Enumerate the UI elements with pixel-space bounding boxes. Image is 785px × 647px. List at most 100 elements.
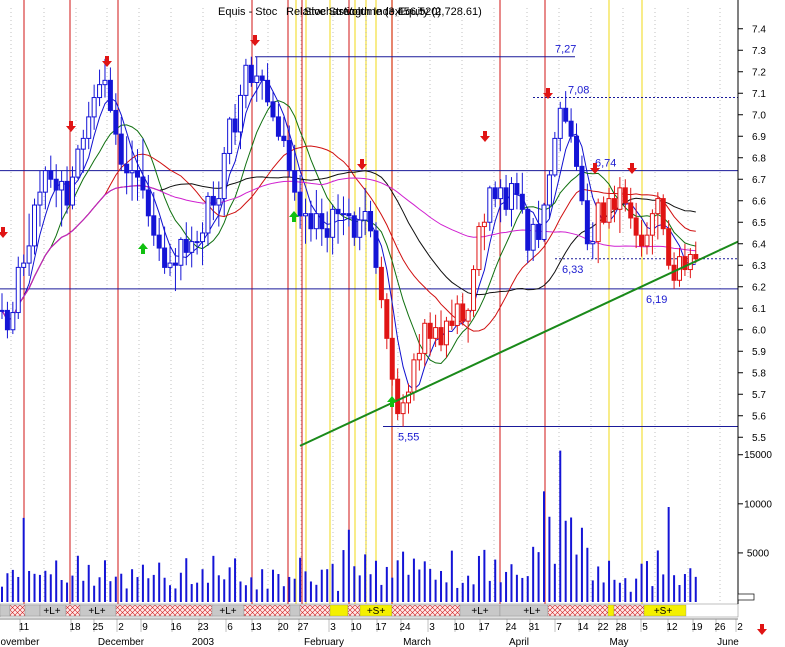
scale-box <box>737 593 755 601</box>
candle-body <box>595 202 601 243</box>
candle-body <box>693 254 699 260</box>
title-text: Equis - Stoc <box>218 6 278 18</box>
candle-body <box>460 303 466 322</box>
candle-body <box>270 101 276 118</box>
candle-body <box>86 116 92 139</box>
band-label: +L+ <box>219 606 236 617</box>
candle-body <box>69 176 75 206</box>
x-tick-label: 17 <box>478 622 490 633</box>
band-segment <box>299 604 331 617</box>
candle-body <box>373 230 379 268</box>
candle-body <box>91 97 97 118</box>
candle-body <box>167 262 173 268</box>
candle-body <box>346 213 352 217</box>
candle-body <box>183 238 189 253</box>
candle-body <box>622 187 628 204</box>
price-tick-label: 6.2 <box>752 282 766 293</box>
candle-body <box>248 64 254 84</box>
price-tick-label: 6.7 <box>752 175 766 186</box>
x-tick-label: 16 <box>170 622 182 633</box>
candle-body <box>438 327 444 346</box>
candle-body <box>378 266 384 301</box>
price-tick-label: 7.0 <box>752 110 766 121</box>
candle-body <box>292 170 298 193</box>
candle-body <box>330 208 336 238</box>
candle-body <box>118 133 124 165</box>
x-tick-label: 10 <box>350 622 362 633</box>
sell-arrow-icon <box>757 624 767 635</box>
candle-body <box>514 183 520 195</box>
candle-body <box>541 204 547 240</box>
candle-body <box>32 204 38 247</box>
month-label: ovember <box>1 637 41 647</box>
candle-body <box>487 187 493 223</box>
candle-body <box>384 299 390 339</box>
candle-body <box>617 187 623 210</box>
candle-body <box>178 238 184 266</box>
candle-body <box>281 135 287 142</box>
candle-body <box>687 254 693 271</box>
candle-body <box>26 245 32 264</box>
candle-body <box>449 320 455 326</box>
band-segment <box>329 604 349 617</box>
candle-body <box>37 191 43 206</box>
candle-body <box>340 213 346 216</box>
price-axis: 5.5 5.6 5.7 5.8 5.9 6.0 6.1 6.2 6.3 6.4 6.5 6.6 6.7 6… <box>737 0 772 604</box>
candle-body <box>286 140 292 172</box>
candle-body <box>200 232 206 243</box>
candle-body <box>563 107 569 122</box>
candle-body <box>433 327 439 339</box>
band-segment <box>613 604 645 617</box>
candle-body <box>368 211 374 232</box>
x-tick-label: 9 <box>142 622 148 633</box>
x-tick-label: 2 <box>737 622 743 633</box>
candle-body <box>324 228 330 238</box>
candle-body <box>205 195 211 234</box>
price-tick-label: 5.9 <box>752 347 766 358</box>
price-tick-label: 5.6 <box>752 411 766 422</box>
stock-chart: 7,277,086,746,336,195,55 +L+ +L+ +L+ +S+ +L+… <box>0 0 772 647</box>
candle-body <box>259 75 265 81</box>
candle-body <box>606 198 612 223</box>
candle-body <box>519 193 525 210</box>
x-tick-label: 10 <box>453 622 465 633</box>
band-segment <box>391 604 461 617</box>
band-segment <box>607 604 615 617</box>
month-label: June <box>717 637 739 647</box>
band-segment <box>115 604 213 617</box>
price-tick-label: 5.7 <box>752 390 766 401</box>
candle-body <box>216 198 222 206</box>
x-tick-label: 13 <box>250 622 262 633</box>
candle-body <box>210 195 216 206</box>
x-tick-label: 23 <box>197 622 209 633</box>
volume-tick-label: 10000 <box>744 499 772 510</box>
candle-body <box>4 309 10 331</box>
level-label: 5,55 <box>398 432 419 444</box>
candle-body <box>265 79 271 103</box>
level-label: 7,08 <box>568 85 589 97</box>
candle-body <box>579 165 585 202</box>
candle-body <box>454 303 460 326</box>
candle-body <box>237 94 243 133</box>
candle-body <box>303 213 309 217</box>
x-tick-label: 17 <box>375 622 387 633</box>
candle-body <box>243 64 249 96</box>
candle-body <box>443 320 449 346</box>
candle-body <box>584 200 590 245</box>
band-label: +S+ <box>654 606 673 617</box>
month-label: May <box>610 637 629 647</box>
x-tick-label: 12 <box>666 622 678 633</box>
band-segment <box>0 604 11 617</box>
band-label: +L+ <box>88 606 105 617</box>
x-tick-label: 25 <box>92 622 104 633</box>
x-tick-label: 20 <box>277 622 289 633</box>
x-tick-label: 19 <box>691 622 703 633</box>
candle-body <box>221 152 227 200</box>
candle-body <box>145 189 151 217</box>
x-tick-label: 7 <box>556 622 562 633</box>
candle-body <box>129 170 135 174</box>
candle-body <box>611 198 617 210</box>
candle-body <box>411 359 417 393</box>
candle-body <box>400 402 406 415</box>
candle-body <box>649 213 655 236</box>
